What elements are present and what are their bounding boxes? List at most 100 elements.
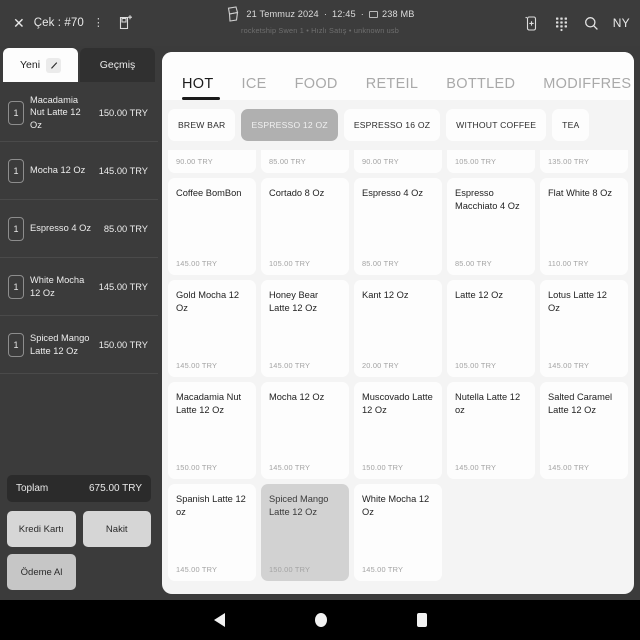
tab-yeni[interactable]: Yeni xyxy=(3,48,78,82)
cart-item-row[interactable]: 1 White Mocha 12 Oz 145.00 TRY xyxy=(0,258,158,316)
tab-food[interactable]: FOOD xyxy=(281,76,352,100)
payment-method-buttons: Kredi Kartı Nakit xyxy=(7,511,151,547)
product-card[interactable]: Honey Bear Latte 12 Oz 145.00 TRY xyxy=(261,280,349,377)
product-card[interactable]: Espresso 4 Oz 85.00 TRY xyxy=(354,178,442,275)
pencil-icon[interactable] xyxy=(46,57,62,73)
product-card[interactable]: 90.00 TRY xyxy=(168,150,256,173)
product-card[interactable]: Gold Mocha 12 Oz 145.00 TRY xyxy=(168,280,256,377)
product-name: Mocha 12 Oz xyxy=(269,392,325,402)
product-card[interactable]: Macadamia Nut Latte 12 Oz 150.00 TRY xyxy=(168,382,256,479)
total-label: Toplam xyxy=(16,483,49,494)
top-bar: ✕ Çek : #70 ⋮ 21 Temmuz 2024 · 12:45 · 2… xyxy=(0,0,640,46)
tab-hot[interactable]: HOT xyxy=(176,76,228,100)
chip-espresso-16-oz[interactable]: ESPRESSO 16 OZ xyxy=(343,109,441,141)
cart-item-qty[interactable]: 1 xyxy=(8,274,24,299)
credit-card-button[interactable]: Kredi Kartı xyxy=(7,511,76,547)
cart-item-row[interactable]: 1 Macadamia Nut Latte 12 Oz 150.00 TRY xyxy=(0,84,158,142)
product-card[interactable]: Salted Caramel Latte 12 Oz 145.00 TRY xyxy=(540,382,628,479)
product-name: Nutella Latte 12 oz xyxy=(455,392,521,415)
product-card[interactable]: Mocha 12 Oz 145.00 TRY xyxy=(261,382,349,479)
product-price: 145.00 TRY xyxy=(269,361,311,370)
product-card[interactable]: Latte 12 Oz 105.00 TRY xyxy=(447,280,535,377)
product-card[interactable]: 85.00 TRY xyxy=(261,150,349,173)
tab-bottled[interactable]: BOTTLED xyxy=(432,76,529,100)
device-status-line: 21 Temmuz 2024 · 12:45 · 238 MB xyxy=(225,5,414,23)
status-time: 12:45 xyxy=(332,9,356,19)
category-tabs[interactable]: HOT ICE FOOD RETEIL BOTTLED MODIFFRES xyxy=(162,52,634,100)
product-price: 90.00 TRY xyxy=(176,157,213,166)
user-initials[interactable]: NY xyxy=(613,16,630,30)
product-grid[interactable]: 90.00 TRY 85.00 TRY 90.00 TRY 105.00 TRY 135… xyxy=(168,150,628,581)
printer-add-icon[interactable] xyxy=(115,13,134,33)
tab-gecmis[interactable]: Geçmiş xyxy=(80,48,155,82)
back-icon[interactable] xyxy=(213,613,225,627)
product-card[interactable]: Muscovado Latte 12 Oz 150.00 TRY xyxy=(354,382,442,479)
product-card[interactable]: Espresso Macchiato 4 Oz 85.00 TRY xyxy=(447,178,535,275)
search-icon[interactable] xyxy=(583,15,600,32)
product-card[interactable]: Nutella Latte 12 oz 145.00 TRY xyxy=(447,382,535,479)
product-name: Salted Caramel Latte 12 Oz xyxy=(548,392,613,415)
status-memory-group: 238 MB xyxy=(369,9,415,19)
cart-item-name: White Mocha 12 Oz xyxy=(30,274,85,298)
tab-gecmis-label: Geçmiş xyxy=(99,59,136,71)
product-card[interactable]: Coffee BomBon 145.00 TRY xyxy=(168,178,256,275)
product-card[interactable]: Lotus Latte 12 Oz 145.00 TRY xyxy=(540,280,628,377)
memory-icon xyxy=(369,10,379,18)
cart-item-row[interactable]: 1 Espresso 4 Oz 85.00 TRY xyxy=(0,200,158,258)
product-price: 145.00 TRY xyxy=(176,361,218,370)
product-card[interactable]: Spanish Latte 12 oz 145.00 TRY xyxy=(168,484,256,581)
tab-modiffres[interactable]: MODIFFRES xyxy=(529,76,634,100)
product-card[interactable]: Spiced Mango Latte 12 Oz 150.00 TRY xyxy=(261,484,349,581)
android-nav-bar xyxy=(0,600,640,640)
close-icon[interactable]: ✕ xyxy=(13,16,25,30)
product-price: 145.00 TRY xyxy=(176,565,218,574)
cart-item-row[interactable]: 1 Mocha 12 Oz 145.00 TRY xyxy=(0,142,158,200)
product-name: Flat White 8 Oz xyxy=(548,188,613,198)
cart-item-qty[interactable]: 1 xyxy=(8,332,24,357)
chip-brew-bar[interactable]: BREW BAR xyxy=(168,109,236,141)
device-icon xyxy=(225,5,241,23)
product-card[interactable]: Kant 12 Oz 20.00 TRY xyxy=(354,280,442,377)
tab-reteil[interactable]: RETEIL xyxy=(352,76,433,100)
take-payment-button[interactable]: Ödeme Al xyxy=(7,554,76,590)
cart-item-qty[interactable]: 1 xyxy=(8,158,24,183)
subcategory-chips[interactable]: BREW BAR ESPRESSO 12 OZ ESPRESSO 16 OZ WITH… xyxy=(162,100,634,150)
cart-item-price: 145.00 TRY xyxy=(98,165,148,176)
cart-item-qty[interactable]: 1 xyxy=(8,216,24,241)
product-name: Honey Bear Latte 12 Oz xyxy=(269,290,319,313)
overflow-menu-icon[interactable]: ⋮ xyxy=(93,17,104,29)
product-card[interactable]: White Mocha 12 Oz 145.00 TRY xyxy=(354,484,442,581)
product-name: Espresso Macchiato 4 Oz xyxy=(455,188,520,211)
product-card[interactable]: Cortado 8 Oz 105.00 TRY xyxy=(261,178,349,275)
product-name: Spanish Latte 12 oz xyxy=(176,494,246,517)
product-card[interactable]: 90.00 TRY xyxy=(354,150,442,173)
chip-tea[interactable]: TEA xyxy=(552,109,590,141)
product-price: 145.00 TRY xyxy=(362,565,404,574)
cart-item-row[interactable]: 1 Spiced Mango Latte 12 Oz 150.00 TRY xyxy=(0,316,158,374)
recents-icon[interactable] xyxy=(416,613,427,627)
product-price: 85.00 TRY xyxy=(455,259,492,268)
cash-button[interactable]: Nakit xyxy=(82,511,151,547)
product-price: 110.00 TRY xyxy=(548,259,589,268)
product-name: Gold Mocha 12 Oz xyxy=(176,290,240,313)
home-icon[interactable] xyxy=(314,613,327,627)
product-card[interactable]: 135.00 TRY xyxy=(540,150,628,173)
product-card[interactable]: Flat White 8 Oz 110.00 TRY xyxy=(540,178,628,275)
keypad-icon[interactable] xyxy=(553,15,570,32)
chip-without-coffee[interactable]: WITHOUT COFFEE xyxy=(446,109,547,141)
product-price: 85.00 TRY xyxy=(269,157,306,166)
cart-item-name: Mocha 12 Oz xyxy=(30,165,86,176)
cart-item-qty[interactable]: 1 xyxy=(8,100,24,125)
product-name: Latte 12 Oz xyxy=(455,290,504,300)
product-price: 105.00 TRY xyxy=(455,157,497,166)
check-number-label[interactable]: Çek : #70 xyxy=(34,17,84,29)
cart-item-list[interactable]: 1 Macadamia Nut Latte 12 Oz 150.00 TRY 1 Moc… xyxy=(0,82,158,469)
chip-espresso-12-oz[interactable]: ESPRESSO 12 OZ xyxy=(241,109,338,141)
product-price: 145.00 TRY xyxy=(455,463,497,472)
product-price: 145.00 TRY xyxy=(548,463,590,472)
product-card[interactable]: 105.00 TRY xyxy=(447,150,535,173)
tablet-plus-icon[interactable] xyxy=(523,15,540,32)
cart-item-price: 150.00 TRY xyxy=(98,107,148,118)
tab-ice[interactable]: ICE xyxy=(228,76,281,100)
product-grid-scroll[interactable]: 90.00 TRY 85.00 TRY 90.00 TRY 105.00 TRY 135… xyxy=(162,150,634,594)
